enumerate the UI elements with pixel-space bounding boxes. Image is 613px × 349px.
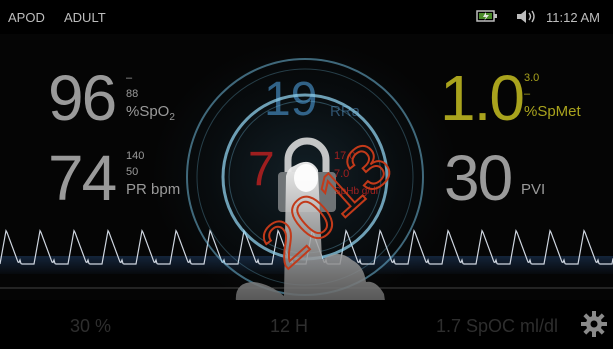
spmet-low-limit: – <box>524 88 531 100</box>
pr-value: 74 <box>48 142 117 214</box>
pr-label: PR bpm <box>126 181 181 198</box>
spo2-value: 96 <box>48 62 117 134</box>
spo2-high-limit: – <box>126 72 133 84</box>
bottom-left-readout[interactable]: 30 % <box>70 316 111 337</box>
pr-high-limit: 140 <box>126 150 145 162</box>
bottom-right-readout[interactable]: 1.7 SpOC ml/dl <box>436 316 558 337</box>
pr-tile[interactable]: 74 <box>48 146 117 210</box>
pr-low-limit: 50 <box>126 166 139 178</box>
spmet-high-limit: 3.0 <box>524 72 540 84</box>
spmet-label: %SpMet <box>524 103 581 120</box>
patient-type-label: ADULT <box>64 10 106 25</box>
bottom-center-readout[interactable]: 12 H <box>270 316 308 337</box>
battery-charging-icon <box>476 9 498 28</box>
speaker-icon[interactable] <box>515 9 537 29</box>
mode-label: APOD <box>8 10 45 25</box>
clock: 11:12 AM <box>546 10 600 25</box>
monitor-screen: APOD ADULT 11:12 AM 96 – 88 %SpO2 74 140… <box>0 0 613 349</box>
spo2-label: %SpO2 <box>126 103 175 124</box>
pvi-label: PVI <box>521 181 546 198</box>
gear-icon[interactable] <box>580 310 608 343</box>
spo2-tile[interactable]: 96 <box>48 66 117 130</box>
spo2-low-limit: 88 <box>126 88 139 100</box>
